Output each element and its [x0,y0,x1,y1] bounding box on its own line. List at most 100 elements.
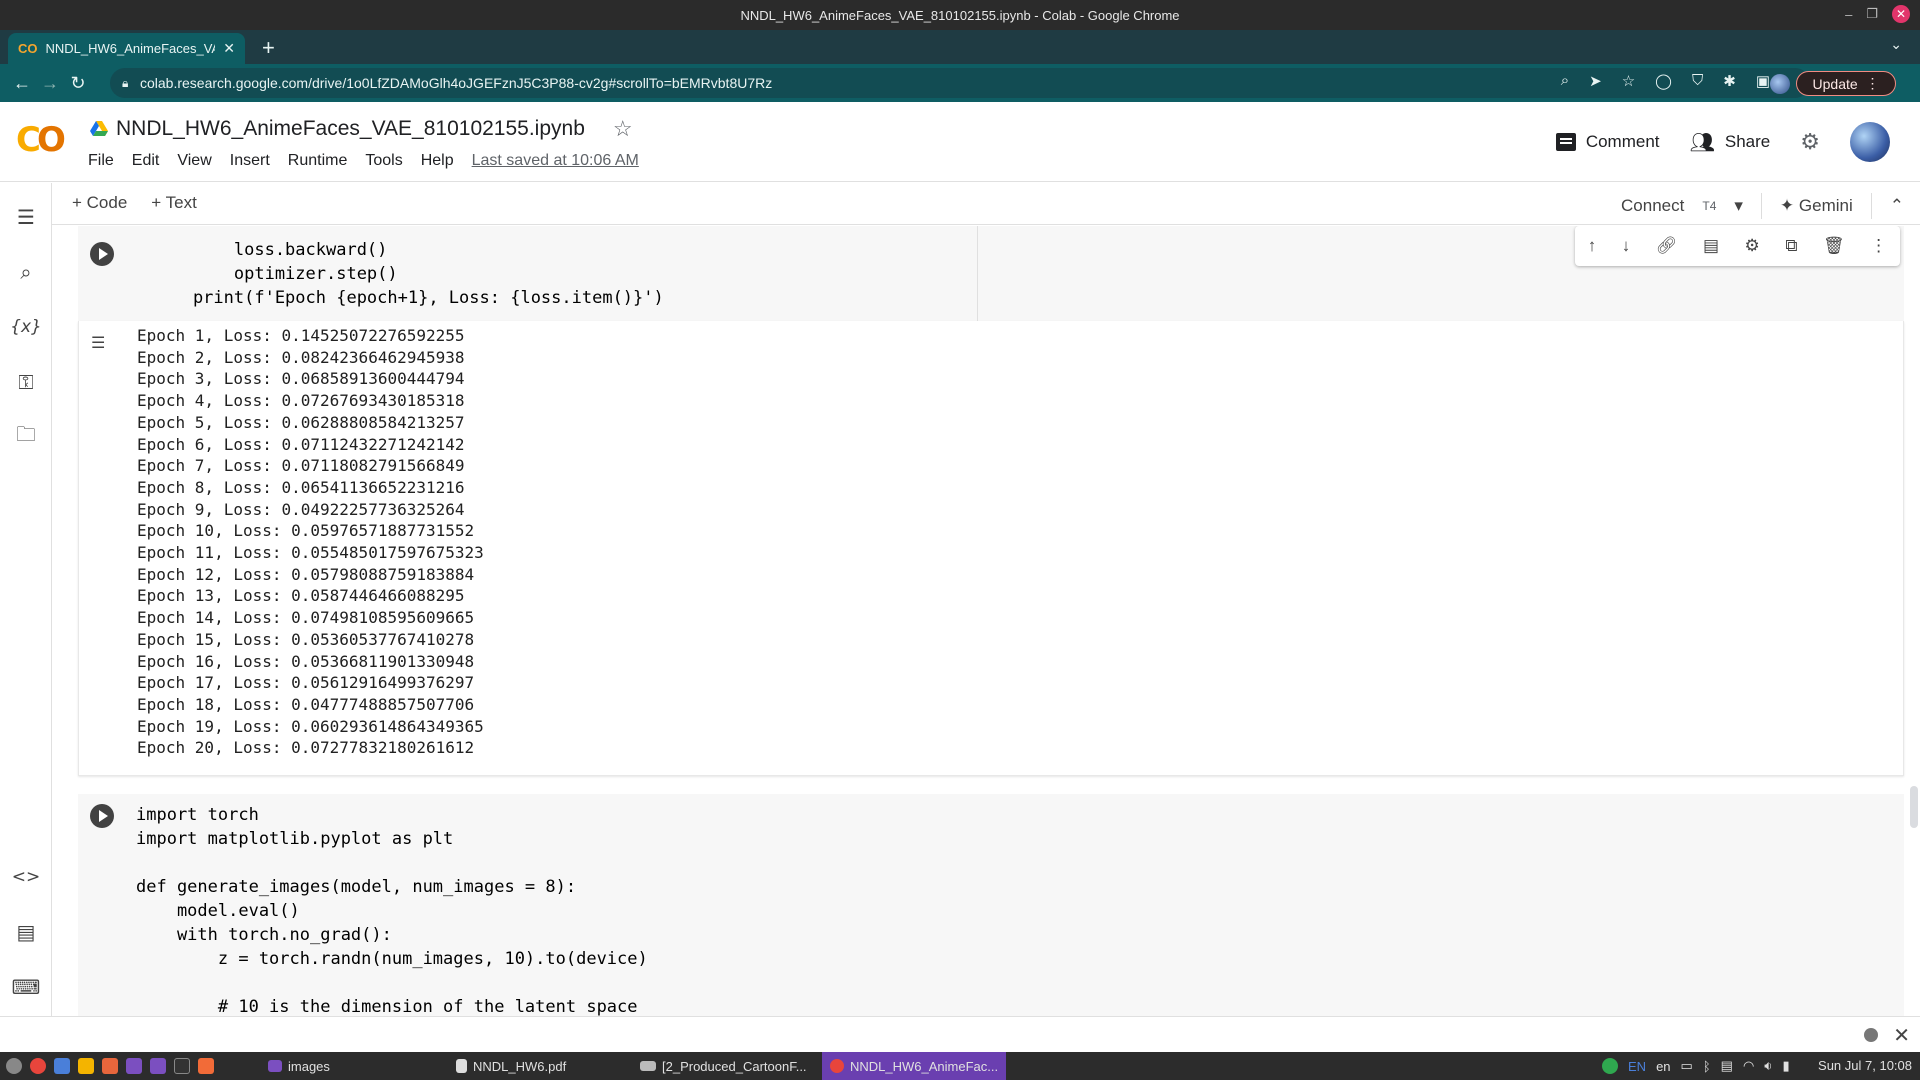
menu-runtime[interactable]: Runtime [288,152,348,170]
wifi-icon[interactable]: ◠ [1743,1058,1754,1074]
send-icon[interactable]: ➤ [1589,72,1602,90]
shield-extension-icon[interactable]: ⛉ [1692,72,1703,90]
files-icon[interactable] [150,1058,166,1074]
tab-search-chevron-icon[interactable]: ⌄ [1890,36,1902,53]
move-cell-down-icon[interactable]: ↓ [1622,236,1631,256]
colab-logo[interactable]: CO [16,120,66,160]
menu-view[interactable]: View [177,152,211,170]
output-line: Epoch 10, Loss: 0.05976571887731552 [137,521,475,541]
share-button[interactable]: 👥︎ Share [1690,130,1771,155]
code-editor[interactable]: loss.backward() optimizer.step() print(f… [78,226,978,321]
volume-icon[interactable]: 🔉︎ [1764,1058,1772,1074]
run-cell-button[interactable] [90,804,114,828]
menu-file[interactable]: File [88,152,114,170]
delete-cell-icon[interactable]: 🗑︎ [1823,236,1845,256]
code-cell-generate[interactable]: import torch import matplotlib.pyplot as… [78,794,1904,1016]
mirror-cell-icon[interactable]: ⧉ [1785,236,1797,256]
gemini-button[interactable]: ✦ Gemini [1780,196,1853,216]
output-text: Epoch 1, Loss: 0.14525072276592255 Epoch… [137,325,484,759]
add-comment-icon[interactable]: ▤ [1703,236,1719,256]
taskbar-label: NNDL_HW6.pdf [473,1058,567,1074]
keyboard-layout[interactable]: EN [1628,1059,1646,1074]
taskbar-item-folder[interactable]: [2_Produced_CartoonF... [640,1056,807,1076]
bluetooth-icon[interactable]: ᛒ [1703,1059,1711,1074]
runtime-status-dot-icon[interactable] [1864,1028,1878,1042]
scrollbar-thumb[interactable] [1910,786,1918,828]
add-code-button[interactable]: + Code [72,193,127,213]
new-tab-icon[interactable]: + [262,35,275,61]
search-icon[interactable]: ⌕ [12,258,40,286]
system-menu-icon[interactable] [6,1058,22,1074]
taskbar-launchers [6,1056,214,1076]
taskbar-item-chrome[interactable]: NNDL_HW6_AnimeFac... [822,1052,1007,1080]
clock[interactable]: Sun Jul 7, 10:08 [1818,1058,1912,1073]
code-snippets-icon[interactable]: <> [12,863,41,891]
output-actions-icon[interactable]: ☰ [91,333,115,353]
terminal-icon[interactable]: ⌨ [12,973,41,1001]
update-button[interactable]: Update ⋮ [1796,71,1896,96]
screen-icon[interactable]: ▭ [1681,1058,1693,1074]
secrets-key-icon[interactable]: ⚿ [12,368,40,396]
menu-help[interactable]: Help [421,152,454,170]
code-line: import matplotlib.pyplot as plt [136,829,454,849]
comment-label: Comment [1585,132,1660,151]
bookmark-star-icon[interactable]: ☆ [1622,72,1635,90]
taskbar-item-pdf[interactable]: NNDL_HW6.pdf [456,1056,566,1076]
forward-icon[interactable]: → [36,73,64,94]
terminal-icon[interactable] [174,1058,190,1074]
more-actions-icon[interactable]: ⋮ [1870,236,1887,256]
chrome-icon[interactable] [30,1058,46,1074]
connect-dropdown-icon[interactable]: ▾ [1734,196,1743,216]
battery-icon[interactable]: ▮ [1782,1058,1789,1074]
files-folder-icon[interactable]: 🗀 [12,422,40,451]
cell-settings-icon[interactable]: ⚙ [1745,236,1760,256]
connect-button[interactable]: Connect [1621,196,1684,216]
menu-insert[interactable]: Insert [230,152,270,170]
side-panel-icon[interactable]: ▣ [1756,72,1770,90]
menu-edit[interactable]: Edit [132,152,160,170]
app-icon[interactable] [198,1058,214,1074]
taskbar-label: [2_Produced_CartoonF... [662,1058,807,1074]
copy-link-icon[interactable]: 🔗︎ [1656,236,1678,256]
last-saved-link[interactable]: Last saved at 10:06 AM [472,152,639,170]
reload-icon[interactable]: ↻ [64,73,92,94]
notes-icon[interactable] [78,1058,94,1074]
move-cell-up-icon[interactable]: ↑ [1588,236,1597,256]
app-icon[interactable] [102,1058,118,1074]
collapse-header-icon[interactable]: ⌃ [1890,196,1904,216]
clipboard-icon[interactable]: ▤ [1721,1058,1733,1074]
close-status-icon[interactable]: ✕ [1893,1023,1910,1048]
output-line: Epoch 7, Loss: 0.07118082791566849 [137,456,465,476]
close-window-icon[interactable]: ✕ [1892,5,1910,23]
table-of-contents-icon[interactable]: ☰ [12,203,40,231]
back-icon[interactable]: ← [8,73,36,94]
minimize-icon[interactable]: – [1845,7,1852,22]
translate-icon[interactable] [54,1058,70,1074]
site-info-icon[interactable]: 🔒︎ [122,76,128,91]
menu-tools[interactable]: Tools [365,152,402,170]
url-field[interactable]: 🔒︎ colab.research.google.com/drive/1o0Lf… [110,68,1810,98]
zoom-icon[interactable]: ⌕ [1561,72,1569,90]
user-avatar[interactable] [1850,122,1890,162]
profile-avatar-small[interactable] [1770,74,1790,94]
run-cell-button[interactable] [90,242,114,266]
extension-circle-icon[interactable]: ◯ [1655,72,1672,90]
code-cell-training[interactable]: loss.backward() optimizer.step() print(f… [78,226,1904,321]
extensions-puzzle-icon[interactable]: ✱ [1723,72,1736,90]
settings-gear-icon[interactable]: ⚙ [1800,129,1820,155]
code-lines[interactable]: import torch import matplotlib.pyplot as… [136,803,648,1016]
taskbar-item-images[interactable]: images [268,1056,330,1076]
star-icon[interactable]: ☆ [613,116,633,142]
browser-tab-active[interactable]: CO NNDL_HW6_AnimeFaces_VAE ✕ [8,33,245,64]
check-icon[interactable] [1602,1058,1618,1074]
maximize-icon[interactable]: ❐ [1866,6,1878,22]
comment-button[interactable]: Comment [1555,132,1660,152]
input-language[interactable]: en [1656,1059,1670,1074]
app-icon[interactable] [126,1058,142,1074]
notebook-title[interactable]: NNDL_HW6_AnimeFaces_VAE_810102155.ipynb [116,117,585,141]
variables-icon[interactable]: {x} [10,313,42,341]
tab-close-icon[interactable]: ✕ [223,40,235,57]
add-text-button[interactable]: + Text [151,193,197,213]
command-palette-icon[interactable]: ▤ [12,918,40,946]
output-line: Epoch 3, Loss: 0.06858913600444794 [137,369,465,389]
